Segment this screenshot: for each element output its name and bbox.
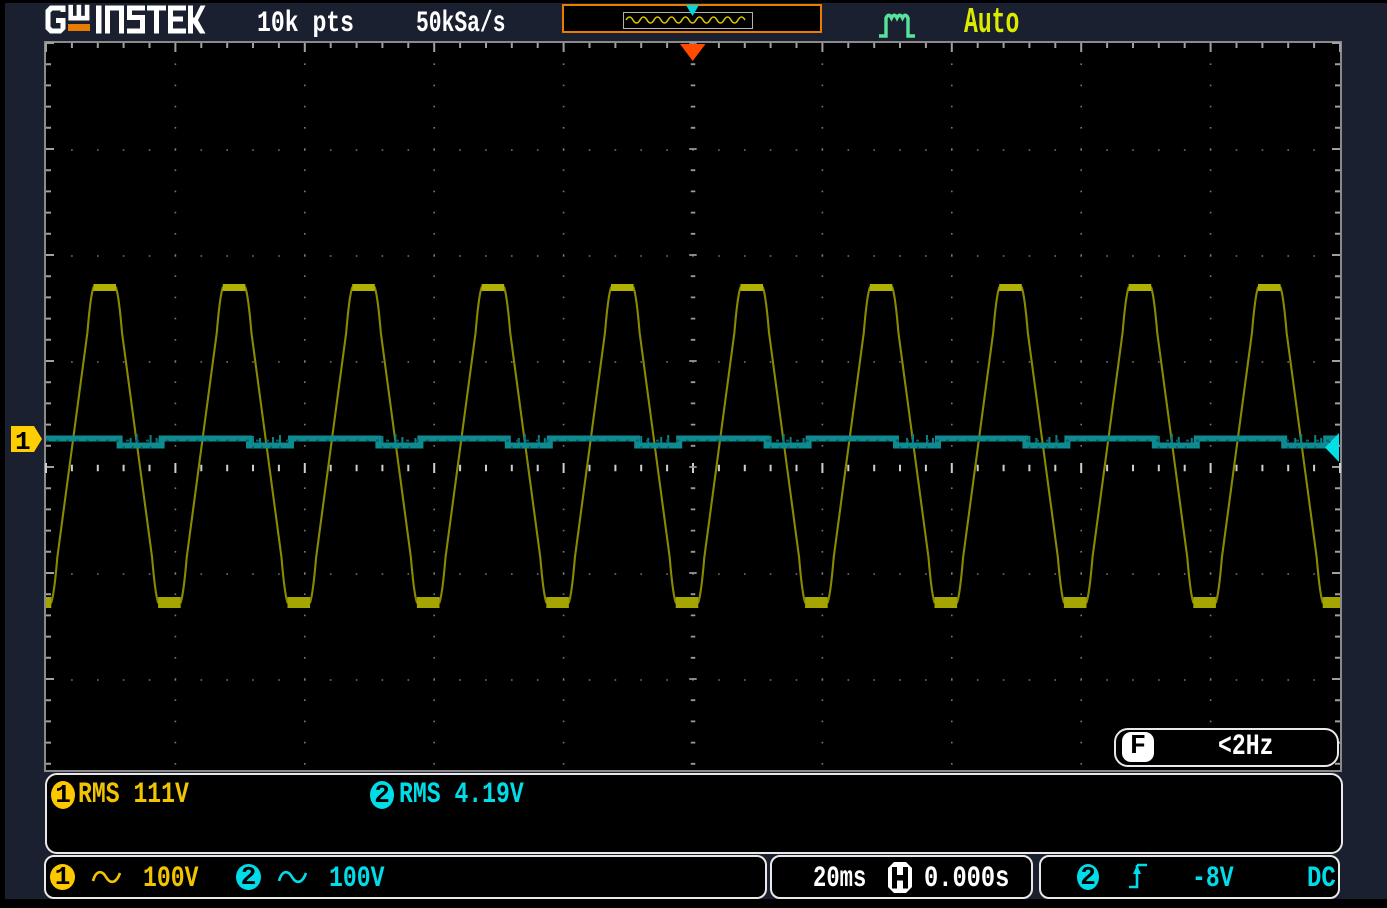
- svg-text:1: 1: [15, 427, 31, 457]
